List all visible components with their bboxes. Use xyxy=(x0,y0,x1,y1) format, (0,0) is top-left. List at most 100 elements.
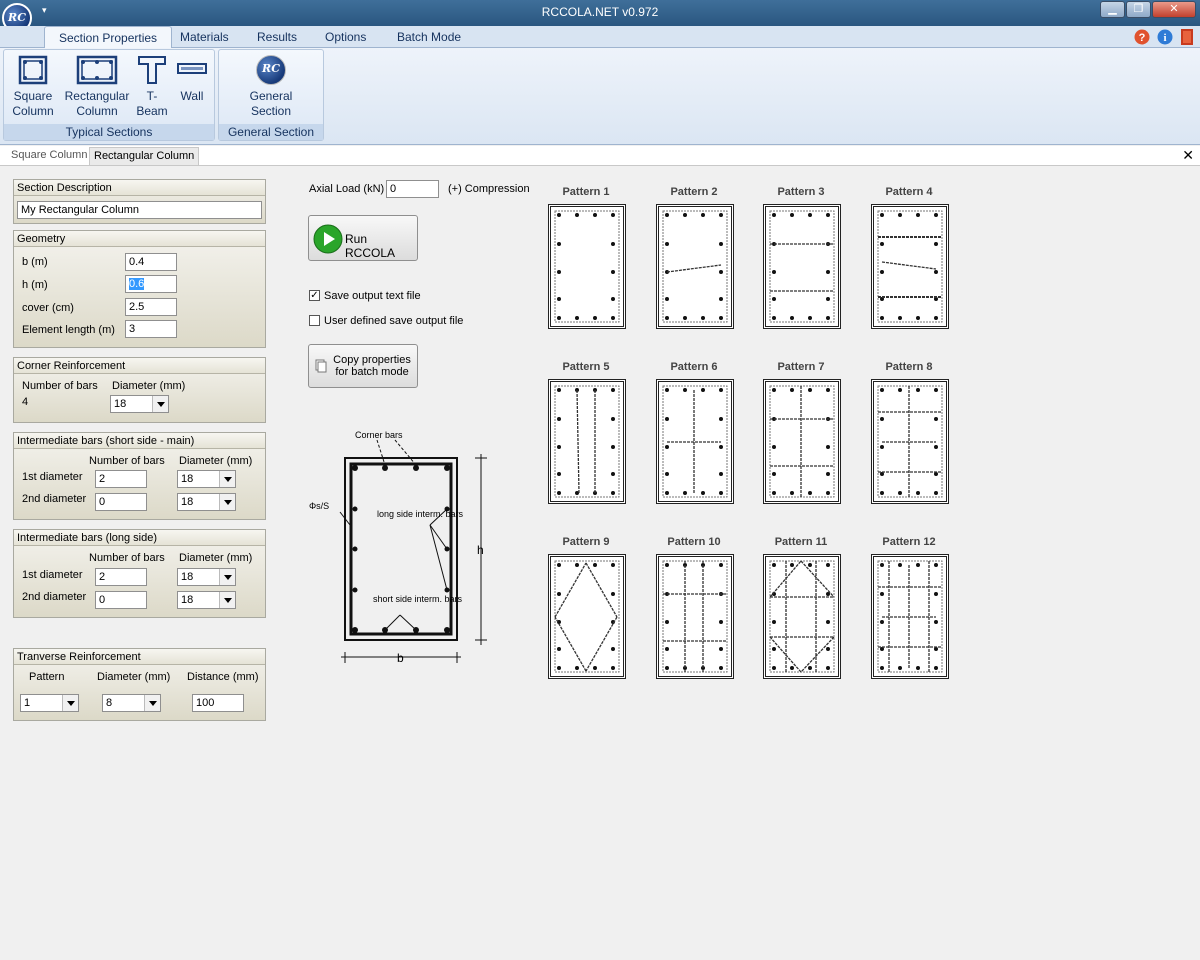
maximize-icon[interactable]: ❐ xyxy=(1126,1,1151,18)
general-section-group: RC General Section General Section xyxy=(218,49,324,141)
geometry-header: Geometry xyxy=(14,231,265,247)
chevron-down-icon xyxy=(62,695,78,711)
inter-short-panel: Intermediate bars (short side - main) Nu… xyxy=(13,432,266,520)
section-diagram: Corner bars Φs/S long side interm. bars … xyxy=(309,430,487,665)
tab-options[interactable]: Options xyxy=(325,30,366,44)
pattern-3-image[interactable] xyxy=(763,204,841,329)
rectangular-column-button[interactable]: Rectangular Column xyxy=(62,55,132,119)
stirrup-text: Φs/S xyxy=(309,501,329,511)
t-beam-button[interactable]: T- Beam xyxy=(136,55,168,119)
user-defined-label: User defined save output file xyxy=(324,315,464,327)
help-icon[interactable]: ? xyxy=(1134,29,1150,45)
inter-long-row1-num-input[interactable]: 2 xyxy=(95,568,147,586)
copy-properties-label: Copy properties for batch mode xyxy=(333,354,411,378)
h-input[interactable]: 0.6 xyxy=(125,275,177,293)
doc-tab-square-column[interactable]: Square Column xyxy=(11,149,87,161)
square-column-label: Square Column xyxy=(12,89,54,118)
inter-short-row1-num-input[interactable]: 2 xyxy=(95,470,147,488)
pattern-5-image[interactable] xyxy=(548,379,626,504)
inter-short-row1-label: 1st diameter xyxy=(22,471,83,483)
pattern-4-image[interactable] xyxy=(871,204,949,329)
info-icon[interactable]: i xyxy=(1157,29,1173,45)
exit-icon[interactable] xyxy=(1180,28,1194,46)
general-section-button[interactable]: RC General Section xyxy=(231,55,311,119)
run-rccola-button[interactable]: Run RCCOLA xyxy=(308,215,418,261)
inter-short-row2-num-input[interactable]: 0 xyxy=(95,493,147,511)
axial-load-input[interactable]: 0 xyxy=(386,180,439,198)
pattern-2-image[interactable] xyxy=(656,204,734,329)
save-output-label: Save output text file xyxy=(324,290,421,302)
inter-long-row2-dia-select[interactable]: 18 xyxy=(177,591,236,609)
inter-short-row1-dia-select[interactable]: 18 xyxy=(177,470,236,488)
tab-results[interactable]: Results xyxy=(257,30,297,44)
pattern-11-image[interactable] xyxy=(763,554,841,679)
pattern-12-image[interactable] xyxy=(871,554,949,679)
inter-short-row1-dia-value: 18 xyxy=(181,473,194,485)
tab-materials[interactable]: Materials xyxy=(180,30,229,44)
corner-diameter-select[interactable]: 18 xyxy=(110,395,169,413)
transverse-header: Tranverse Reinforcement xyxy=(14,649,265,665)
inter-long-row2-num-input[interactable]: 0 xyxy=(95,591,147,609)
tab-batch-mode[interactable]: Batch Mode xyxy=(397,30,461,44)
transverse-panel: Tranverse Reinforcement Pattern Diameter… xyxy=(13,648,266,721)
pattern-label: Pattern 5 xyxy=(562,361,610,373)
pattern-1-image[interactable] xyxy=(548,204,626,329)
transverse-distance-input[interactable]: 100 xyxy=(192,694,244,712)
inter-short-row2-dia-select[interactable]: 18 xyxy=(177,493,236,511)
copy-properties-button[interactable]: Copy properties for batch mode xyxy=(308,344,418,388)
pattern-label: Pattern 10 xyxy=(667,536,721,548)
inter-long-row1-dia-select[interactable]: 18 xyxy=(177,568,236,586)
transverse-dist-label: Distance (mm) xyxy=(187,671,259,683)
pattern-10-image[interactable] xyxy=(656,554,734,679)
short-side-text: short side interm. bars xyxy=(373,594,463,604)
general-section-icon: RC xyxy=(256,55,286,85)
inter-long-header: Intermediate bars (long side) xyxy=(14,530,265,546)
pattern-label: Pattern 8 xyxy=(885,361,933,373)
pattern-label: Pattern 7 xyxy=(777,361,825,373)
run-rccola-label: Run RCCOLA xyxy=(345,232,396,260)
transverse-pattern-select[interactable]: 1 xyxy=(20,694,79,712)
copy-icon xyxy=(315,359,327,373)
inter-long-num-label: Number of bars xyxy=(89,552,165,564)
cover-input[interactable]: 2.5 xyxy=(125,298,177,316)
save-output-checkbox[interactable]: ✓ xyxy=(309,290,320,301)
corner-reinforcement-panel: Corner Reinforcement Number of bars 4 Di… xyxy=(13,357,266,423)
tab-section-properties[interactable]: Section Properties xyxy=(44,26,173,49)
section-description-input[interactable]: My Rectangular Column xyxy=(17,201,262,219)
chevron-down-icon xyxy=(152,396,168,412)
ribbon-tabs: Section Properties Materials Results Opt… xyxy=(0,26,1200,49)
close-window-icon[interactable]: ✕ xyxy=(1152,1,1196,18)
pattern-label: Pattern 11 xyxy=(774,536,828,548)
close-tab-icon[interactable]: ✕ xyxy=(1182,147,1194,164)
ribbon: Square Column Rectangular Column T- Beam… xyxy=(0,48,1200,145)
inter-short-row2-label: 2nd diameter xyxy=(22,493,87,505)
pattern-7-image[interactable] xyxy=(763,379,841,504)
inter-long-row1-label: 1st diameter xyxy=(22,569,83,581)
doc-tab-rectangular-column[interactable]: Rectangular Column xyxy=(89,147,200,165)
wall-button[interactable]: Wall xyxy=(174,55,210,104)
minimize-icon[interactable]: ▁ xyxy=(1100,1,1125,18)
inter-short-header: Intermediate bars (short side - main) xyxy=(14,433,265,449)
window-title: RCCOLA.NET v0.972 xyxy=(541,5,659,19)
transverse-dia-select[interactable]: 8 xyxy=(102,694,161,712)
rectangular-column-label: Rectangular Column xyxy=(64,89,130,118)
play-icon xyxy=(313,224,343,254)
h-value: 0.6 xyxy=(129,278,145,290)
element-length-input[interactable]: 3 xyxy=(125,320,177,338)
pattern-6-image[interactable] xyxy=(656,379,734,504)
pattern-label: Pattern 9 xyxy=(562,536,610,548)
pattern-label: Pattern 3 xyxy=(777,186,825,198)
cover-label: cover (cm) xyxy=(22,302,74,314)
chevron-down-icon xyxy=(219,494,235,510)
pattern-9-image[interactable] xyxy=(548,554,626,679)
b-input[interactable]: 0.4 xyxy=(125,253,177,271)
user-defined-checkbox[interactable] xyxy=(309,315,320,326)
transverse-dia-label: Diameter (mm) xyxy=(97,671,171,683)
section-description-panel: Section Description My Rectangular Colum… xyxy=(13,179,266,224)
chevron-down-icon xyxy=(219,592,235,608)
typical-sections-label: Typical Sections xyxy=(4,124,214,140)
square-column-button[interactable]: Square Column xyxy=(10,55,56,119)
inter-long-dia-label: Diameter (mm) xyxy=(179,552,253,564)
pattern-8-image[interactable] xyxy=(871,379,949,504)
inter-short-row2-dia-value: 18 xyxy=(181,496,194,508)
